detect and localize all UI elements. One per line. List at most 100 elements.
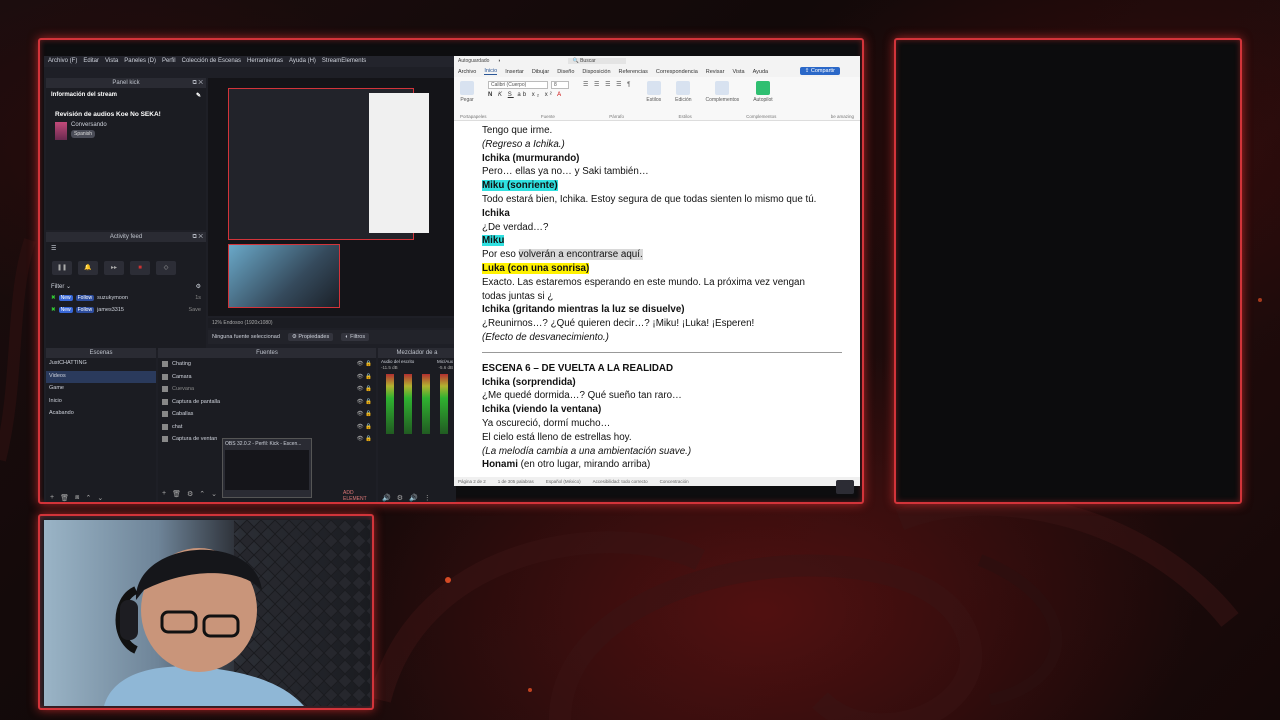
doc-line-part: Por eso (482, 249, 519, 261)
up-icon: ⌃ (199, 491, 206, 498)
source-item[interactable]: Caballas 👁 🔒 (158, 408, 376, 421)
tab-disposicion[interactable]: Disposición (582, 69, 610, 75)
tab-ayuda[interactable]: Ayuda (753, 69, 769, 75)
source-type-icon (162, 361, 168, 368)
mixer-controls[interactable]: 🔊 ⚙ 🔊 ⋮ (382, 494, 431, 502)
font-format-buttons[interactable]: N K S ab x₂ x² A (488, 92, 569, 98)
doc-line-speaker: Ichika (gritando mientras la luz se disu… (482, 304, 685, 316)
status-accessibility: Accesibilidad: todo correcto (592, 479, 648, 484)
tab-insertar[interactable]: Insertar (505, 69, 524, 75)
stop-icon[interactable]: ■ (130, 261, 150, 275)
share-button[interactable]: ⇪ Compartir (799, 67, 840, 75)
scene-item[interactable]: Game (46, 383, 156, 396)
doc-line: ¿Reunirnos…? ¿Qué quieren decir…? ¡Miku!… (482, 318, 755, 330)
shield-icon[interactable]: ◇ (156, 261, 176, 275)
properties-button[interactable]: ⚙ Propiedades (287, 333, 334, 341)
menu-coleccion-escenas[interactable]: Colección de Escenas (182, 58, 241, 65)
pause-icon[interactable]: ❚❚ (52, 261, 72, 275)
new-badge: New (58, 295, 73, 301)
source-item[interactable]: Cuevana 👁 🔒 (158, 383, 376, 396)
feed-username: james3315 (97, 307, 124, 313)
edit-pencil-icon[interactable]: ✎ (196, 92, 201, 99)
doc-line: Pero… ellas ya no… y Saki también… (482, 166, 649, 178)
obs-preview[interactable] (208, 78, 456, 316)
styles-group[interactable]: Estilos (646, 81, 661, 116)
autopilot-group[interactable]: Autopilot (753, 81, 773, 116)
bell-icon[interactable]: 🔔 (78, 261, 98, 275)
tab-correspondencia[interactable]: Correspondencia (656, 69, 698, 75)
source-item[interactable]: chat 👁 🔒 (158, 421, 376, 434)
scene-item-selected[interactable]: Videos (46, 370, 156, 383)
menu-herramientas[interactable]: Herramientas (247, 58, 283, 65)
menu-paneles[interactable]: Paneles (D) (124, 58, 156, 65)
clipboard-icon (460, 81, 474, 95)
paste-group[interactable]: Pegar (460, 81, 474, 116)
scenes-toolbar[interactable]: + 🗑 ⧈ ⌃ ⌄ (50, 494, 103, 502)
tab-diseno[interactable]: Diseño (557, 69, 574, 75)
volume-meter[interactable] (404, 374, 412, 434)
styles-icon (646, 81, 661, 95)
stream-title: Revisión de audios Koe No SEKA! (55, 111, 161, 118)
volume-meter[interactable] (386, 374, 394, 434)
tab-archivo[interactable]: Archivo (458, 69, 476, 75)
menu-perfil[interactable]: Perfil (162, 58, 176, 65)
tab-revisar[interactable]: Revisar (706, 69, 725, 75)
menu-ayuda[interactable]: Ayuda (H) (289, 58, 316, 65)
autosave-label: Autoguardado (458, 58, 490, 64)
menu-streamelements[interactable]: StreamElements (322, 58, 366, 65)
font-name-select[interactable]: Calibri (Cuerpo) (488, 81, 548, 89)
kick-icon: ✖ (51, 307, 56, 313)
visibility-lock-icons: 👁 🔒 (356, 361, 372, 368)
scenes-title: Escenas (46, 348, 156, 358)
editing-group[interactable]: Edición (675, 81, 692, 116)
doc-line-stage-direction: (Efecto de desvanecimiento.) (482, 331, 609, 343)
scene-item[interactable]: Acabando (46, 408, 156, 421)
menu-archivo[interactable]: Archivo (F) (48, 58, 77, 65)
addins-group[interactable]: Complementos (706, 81, 739, 116)
menu-vista[interactable]: Vista (105, 58, 118, 65)
tab-inicio[interactable]: Inicio (484, 68, 498, 75)
volume-meter[interactable] (440, 374, 448, 434)
tab-vista[interactable]: Vista (732, 69, 744, 75)
activity-feed-dock: Activity feed ⧉ ✕ ☰ ❚❚ 🔔 ▸▸ ■ ◇ Filter ⌄ … (46, 232, 206, 350)
source-type-icon (162, 398, 168, 405)
tab-dibujar[interactable]: Dibujar (532, 69, 549, 75)
taskbar-preview-popup[interactable]: OBS 32.0.2 - Perfil: Kick - Escen... (222, 438, 312, 498)
scene-item[interactable]: JustCHATTING (46, 358, 156, 371)
doc-line: Tengo que irme. (482, 125, 553, 136)
doc-line: ¿Me quedé dormida…? Qué sueño tan raro… (482, 390, 682, 402)
settings-gear-icon[interactable]: ⚙ (196, 283, 201, 290)
mixer-title: Mezclador de a (378, 348, 456, 358)
paragraph-format-buttons[interactable]: ☰ ☰ ☰ ☰ ¶ (583, 81, 632, 116)
word-ribbon-tabs: Archivo Inicio Insertar Dibujar Diseño D… (454, 66, 860, 77)
add-icon: + (162, 490, 167, 497)
source-item[interactable]: Captura de pantalla 👁 🔒 (158, 396, 376, 409)
word-title-bar: Autoguardado ◑ 🔍 Buscar (454, 56, 860, 66)
dock-close-icon[interactable]: ⧉ ✕ (192, 232, 203, 242)
menu-editar[interactable]: Editar (83, 58, 99, 65)
streamelements-logo-icon (836, 480, 854, 494)
dock-close-icon[interactable]: ⧉ ✕ (192, 78, 203, 88)
source-item[interactable]: Camara 👁 🔒 (158, 371, 376, 384)
skip-icon[interactable]: ▸▸ (104, 261, 124, 275)
ribbon-label: Fuente (540, 114, 555, 119)
document-body[interactable]: Tengo que irme. (Regreso a Ichika.) Ichi… (482, 124, 842, 470)
source-item[interactable]: Chating 👁 🔒 (158, 358, 376, 371)
font-size-select[interactable]: 8 (551, 81, 569, 89)
autopilot-icon (755, 81, 770, 95)
new-badge: New (58, 307, 73, 313)
hamburger-menu-icon[interactable]: ☰ (46, 242, 206, 255)
feed-time: Save (188, 307, 201, 313)
autosave-toggle-icon[interactable]: ◑ (497, 58, 500, 64)
status-focus[interactable]: Concentración (660, 479, 689, 484)
filter-dropdown[interactable]: Filter ⌄ (51, 283, 71, 290)
filters-button[interactable]: ◐ Filtros (341, 333, 370, 341)
scene-item[interactable]: Inicio (46, 396, 156, 409)
sources-title: Fuentes (158, 348, 376, 358)
no-source-selected-label: Ninguna fuente seleccionad (212, 334, 280, 340)
tab-referencias[interactable]: Referencias (619, 69, 648, 75)
doc-line-speaker: Honami (482, 459, 518, 470)
volume-meter[interactable] (422, 374, 430, 434)
doc-line: El cielo está lleno de estrellas hoy. (482, 431, 632, 443)
search-box[interactable]: 🔍 Buscar (568, 58, 626, 64)
